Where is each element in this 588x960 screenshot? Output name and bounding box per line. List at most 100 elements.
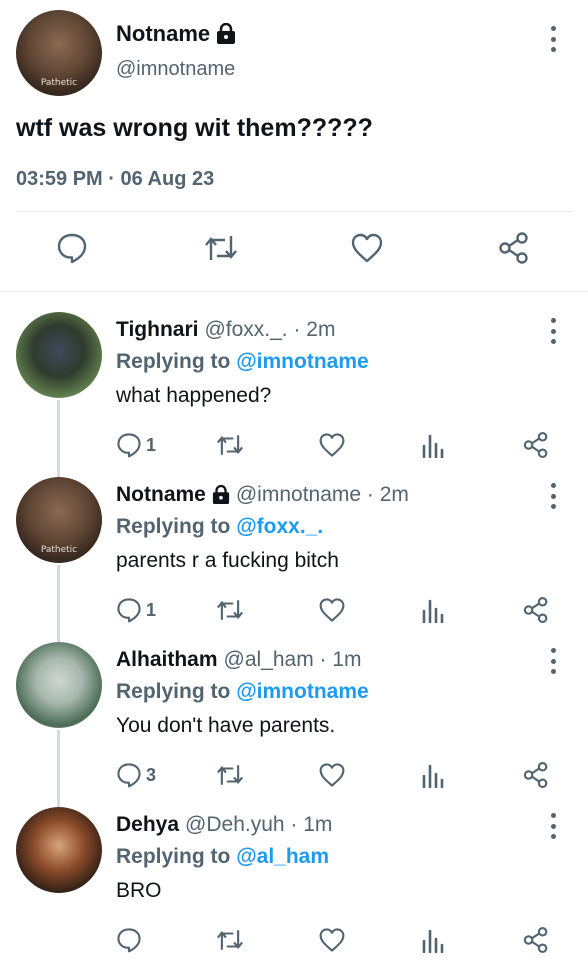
- like-button[interactable]: [345, 226, 389, 270]
- tweet-actions: [0, 923, 588, 957]
- retweet-button[interactable]: [215, 428, 245, 462]
- main-tweet: Pathetic Notname @imnotname wtf was wron…: [0, 0, 588, 292]
- replying-prefix: Replying to: [116, 515, 231, 538]
- lock-icon: [212, 485, 229, 504]
- retweet-icon: [217, 765, 243, 785]
- author-name-text: Notname: [116, 21, 211, 46]
- analytics-icon: [422, 929, 444, 953]
- comment-icon: [117, 928, 141, 953]
- analytics-button[interactable]: [421, 593, 445, 627]
- reply-tweet[interactable]: Tighnari @foxx._. · 2m Replying to @imno…: [0, 312, 588, 477]
- analytics-button[interactable]: [421, 758, 445, 792]
- analytics-button[interactable]: [421, 923, 445, 957]
- replying-to-link[interactable]: @al_ham: [236, 845, 329, 868]
- reply-tweet[interactable]: Dehya @Deh.yuh · 1m Replying to @al_ham …: [0, 807, 588, 960]
- share-button[interactable]: [522, 593, 550, 627]
- author-handle[interactable]: @al_ham · 1m: [224, 648, 362, 672]
- retweet-button[interactable]: [199, 226, 243, 270]
- replying-to: Replying to @foxx._.: [116, 515, 323, 539]
- author-handle[interactable]: @imnotname · 2m: [236, 483, 409, 507]
- comment-icon: [117, 433, 141, 458]
- reply-button[interactable]: [50, 226, 94, 270]
- like-button[interactable]: [318, 428, 346, 462]
- like-button[interactable]: [318, 923, 346, 957]
- heart-icon: [319, 928, 345, 952]
- tweet-actions: 1: [0, 428, 588, 462]
- tweet-actions: [0, 226, 588, 276]
- author-handle[interactable]: @imnotname: [116, 58, 235, 81]
- more-options-icon[interactable]: [543, 483, 563, 509]
- author-name[interactable]: Notname: [116, 483, 230, 507]
- share-icon: [523, 761, 548, 789]
- reply-count: 1: [146, 434, 157, 455]
- comment-icon: [117, 598, 141, 623]
- tweet-text: BRO: [116, 879, 162, 902]
- avatar[interactable]: Pathetic: [16, 477, 102, 563]
- reply-count: 1: [146, 599, 157, 620]
- replying-to-link[interactable]: @imnotname: [236, 350, 369, 373]
- retweet-button[interactable]: [215, 923, 245, 957]
- retweet-icon: [205, 236, 237, 260]
- share-button[interactable]: [522, 923, 550, 957]
- heart-icon: [319, 598, 345, 622]
- avatar[interactable]: [16, 642, 102, 728]
- share-button[interactable]: [522, 758, 550, 792]
- share-button[interactable]: [492, 226, 536, 270]
- heart-icon: [319, 433, 345, 457]
- author-name-text: Notname: [116, 483, 206, 506]
- replying-to: Replying to @imnotname: [116, 350, 369, 374]
- retweet-button[interactable]: [215, 758, 245, 792]
- replying-prefix: Replying to: [116, 680, 231, 703]
- avatar[interactable]: Pathetic: [16, 10, 102, 96]
- author-name[interactable]: Dehya: [116, 813, 179, 837]
- replying-to-link[interactable]: @imnotname: [236, 680, 369, 703]
- author-name[interactable]: Alhaitham: [116, 648, 218, 672]
- author-name[interactable]: Notname: [116, 21, 236, 47]
- analytics-icon: [422, 434, 444, 458]
- reply-count: 3: [146, 764, 157, 785]
- divider: [0, 291, 588, 292]
- comment-icon: [57, 233, 87, 264]
- retweet-icon: [217, 435, 243, 455]
- share-icon: [499, 232, 528, 264]
- retweet-button[interactable]: [215, 593, 245, 627]
- replying-to-link[interactable]: @foxx._.: [236, 515, 323, 538]
- share-icon: [523, 596, 548, 624]
- author-handle[interactable]: @Deh.yuh · 1m: [185, 813, 332, 837]
- avatar[interactable]: [16, 807, 102, 893]
- reply-tweet[interactable]: Alhaitham @al_ham · 1m Replying to @imno…: [0, 642, 588, 807]
- tweet-text: wtf was wrong wit them?????: [16, 114, 373, 142]
- comment-icon: [117, 763, 141, 788]
- analytics-icon: [422, 599, 444, 623]
- lock-icon: [217, 23, 236, 44]
- share-button[interactable]: [522, 428, 550, 462]
- more-options-icon[interactable]: [543, 648, 563, 674]
- retweet-icon: [217, 930, 243, 950]
- reply-header: Dehya @Deh.yuh · 1m: [116, 813, 332, 837]
- analytics-button[interactable]: [421, 428, 445, 462]
- author-handle[interactable]: @foxx._. · 2m: [204, 318, 335, 342]
- reply-button[interactable]: 3: [116, 758, 156, 792]
- share-icon: [523, 431, 548, 459]
- tweet-timestamp[interactable]: 03:59 PM · 06 Aug 23: [16, 168, 214, 191]
- like-button[interactable]: [318, 758, 346, 792]
- heart-icon: [319, 763, 345, 787]
- avatar[interactable]: [16, 312, 102, 398]
- retweet-icon: [217, 600, 243, 620]
- reply-button[interactable]: 1: [116, 428, 156, 462]
- share-icon: [523, 926, 548, 954]
- reply-button[interactable]: [116, 923, 146, 957]
- like-button[interactable]: [318, 593, 346, 627]
- replying-to: Replying to @imnotname: [116, 680, 369, 704]
- avatar-caption: Pathetic: [40, 78, 78, 88]
- analytics-icon: [422, 764, 444, 788]
- author-name[interactable]: Tighnari: [116, 318, 198, 342]
- reply-header: Notname @imnotname · 2m: [116, 483, 409, 507]
- more-options-icon[interactable]: [543, 318, 563, 344]
- heart-icon: [351, 233, 383, 263]
- reply-tweet[interactable]: Pathetic Notname @imnotname · 2m Replyin…: [0, 477, 588, 642]
- more-options-icon[interactable]: [543, 813, 563, 839]
- tweet-text: parents r a fucking bitch: [116, 549, 339, 572]
- reply-button[interactable]: 1: [116, 593, 156, 627]
- more-options-icon[interactable]: [543, 26, 563, 52]
